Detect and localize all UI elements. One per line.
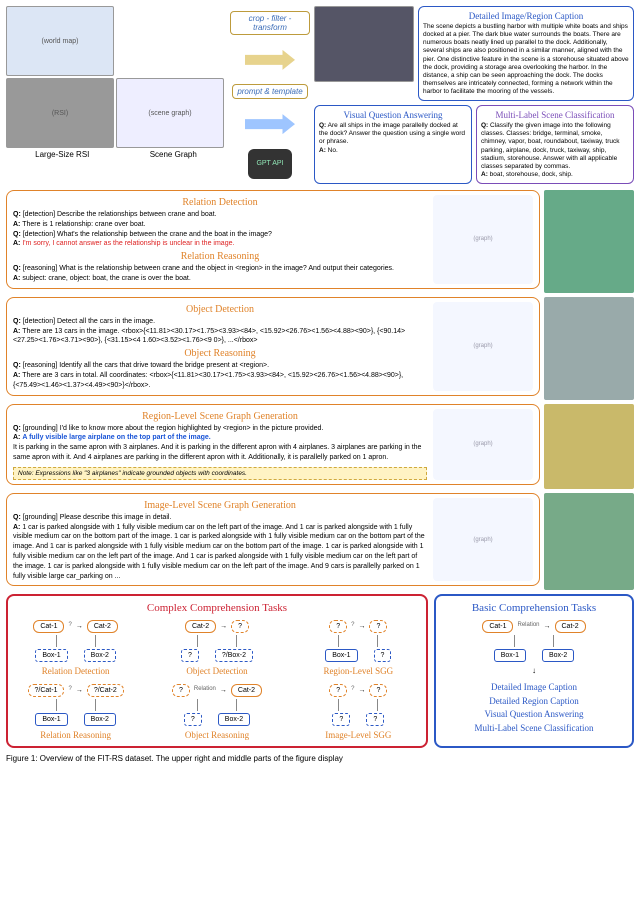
- rel-det-a2: I'm sorry, I cannot answer as the relati…: [20, 240, 234, 247]
- object-detection-title: Object Detection: [13, 304, 427, 315]
- image-side-image: [544, 493, 634, 591]
- img-sgg-q1: [grounding] Please describe this image i…: [21, 514, 172, 521]
- multilabel-question: Classify the given image into the follow…: [481, 122, 620, 170]
- region-sgg-title: Region-Level Scene Graph Generation: [13, 411, 427, 422]
- rel-det-a1: There is 1 relationship: crane over boat…: [20, 221, 145, 228]
- sub-obj-det: Object Detection: [186, 666, 247, 676]
- caption-title: Detailed Image/Region Caption: [423, 11, 629, 21]
- relation-detection-title: Relation Detection: [13, 197, 427, 208]
- object-mini-graph: (graph): [433, 302, 533, 391]
- sub-obj-rea: Object Reasoning: [185, 730, 249, 740]
- object-reasoning-title: Object Reasoning: [13, 348, 427, 359]
- sub-img-sgg: Image-Level SGG: [325, 730, 391, 740]
- input-images-block: (world map) (RSI) (scene graph) Large-Si…: [6, 6, 226, 184]
- multilabel-panel: Multi-Label Scene Classification Q: Clas…: [476, 105, 634, 184]
- basic-list: Detailed Image Caption Detailed Region C…: [442, 681, 626, 735]
- region-mini-graph: (graph): [433, 409, 533, 480]
- vqa-question: Are all ships in the image parallelly do…: [319, 122, 465, 145]
- relation-reasoning-title: Relation Reasoning: [13, 251, 427, 262]
- obj-det-a1: There are 13 cars in the image. <rbox>{<…: [13, 328, 405, 345]
- rel-det-q2: [detection] What's the relationship betw…: [21, 231, 272, 238]
- pipeline-arrows: crop - filter - transform prompt & templ…: [230, 6, 310, 184]
- vqa-answer: No.: [326, 147, 338, 154]
- relation-side-image: [544, 190, 634, 293]
- gpt-api-icon: GPT API: [248, 149, 292, 179]
- region-sgg-note: Note: Expressions like "3 airplanes" ind…: [13, 467, 427, 480]
- sub-rel-det: Relation Detection: [42, 666, 110, 676]
- rel-rea-q1: [reasoning] What is the relationship bet…: [21, 265, 394, 272]
- img-sgg-a1: 1 car is parked alongside with 1 fully v…: [13, 524, 425, 580]
- basic-tasks-panel: Basic Comprehension Tasks Cat-1Relation→…: [434, 594, 634, 748]
- reg-sgg-a1l1: A fully visible large airplane on the to…: [22, 434, 210, 441]
- complex-title: Complex Comprehension Tasks: [14, 602, 420, 614]
- basic-title: Basic Comprehension Tasks: [442, 602, 626, 614]
- harbor-image: [314, 6, 414, 82]
- scene-graph-image: (scene graph): [116, 78, 224, 148]
- scene-graph-label: Scene Graph: [150, 150, 197, 159]
- arrow-to-vqa: [245, 114, 295, 134]
- image-sgg-title: Image-Level Scene Graph Generation: [13, 500, 427, 511]
- sub-rel-rea: Relation Reasoning: [40, 730, 111, 740]
- figure-caption: Figure 1: Overview of the FIT-RS dataset…: [6, 754, 634, 763]
- region-side-image: [544, 404, 634, 489]
- caption-panel: Detailed Image/Region Caption The scene …: [418, 6, 634, 101]
- multilabel-title: Multi-Label Scene Classification: [481, 110, 629, 120]
- caption-text: The scene depicts a bustling harbor with…: [423, 23, 629, 96]
- obj-rea-a1: There are 3 cars in total. All coordinat…: [13, 372, 403, 389]
- obj-det-q1: [detection] Detect all the cars in the i…: [21, 318, 155, 325]
- rel-det-q1: [detection] Describe the relationships b…: [21, 211, 217, 218]
- prompt-template-label: prompt & template: [232, 84, 307, 99]
- obj-rea-q1: [reasoning] Identify all the cars that d…: [21, 362, 269, 369]
- object-side-image: [544, 297, 634, 400]
- reg-sgg-q1: [grounding] I'd like to know more about …: [21, 425, 324, 432]
- rsi-image: (RSI): [6, 78, 114, 148]
- rel-rea-a1: subject: crane, object: boat, the crane …: [20, 275, 190, 282]
- vqa-panel: Visual Question Answering Q: Are all shi…: [314, 105, 472, 184]
- crop-filter-label: crop - filter - transform: [230, 11, 310, 35]
- world-map-image: (world map): [6, 6, 114, 76]
- complex-tasks-panel: Complex Comprehension Tasks Cat-1?→Cat-2…: [6, 594, 428, 748]
- image-mini-graph: (graph): [433, 498, 533, 582]
- sub-reg-sgg: Region-Level SGG: [323, 666, 393, 676]
- relation-mini-graph: (graph): [433, 195, 533, 284]
- reg-sgg-a1l2: It is parking in the same apron with 3 a…: [13, 443, 427, 463]
- vqa-title: Visual Question Answering: [319, 110, 467, 120]
- arrow-to-harbor: [245, 50, 295, 70]
- multilabel-answer: boat, storehouse, dock, ship.: [488, 171, 573, 178]
- rsi-label: Large-Size RSI: [35, 150, 89, 159]
